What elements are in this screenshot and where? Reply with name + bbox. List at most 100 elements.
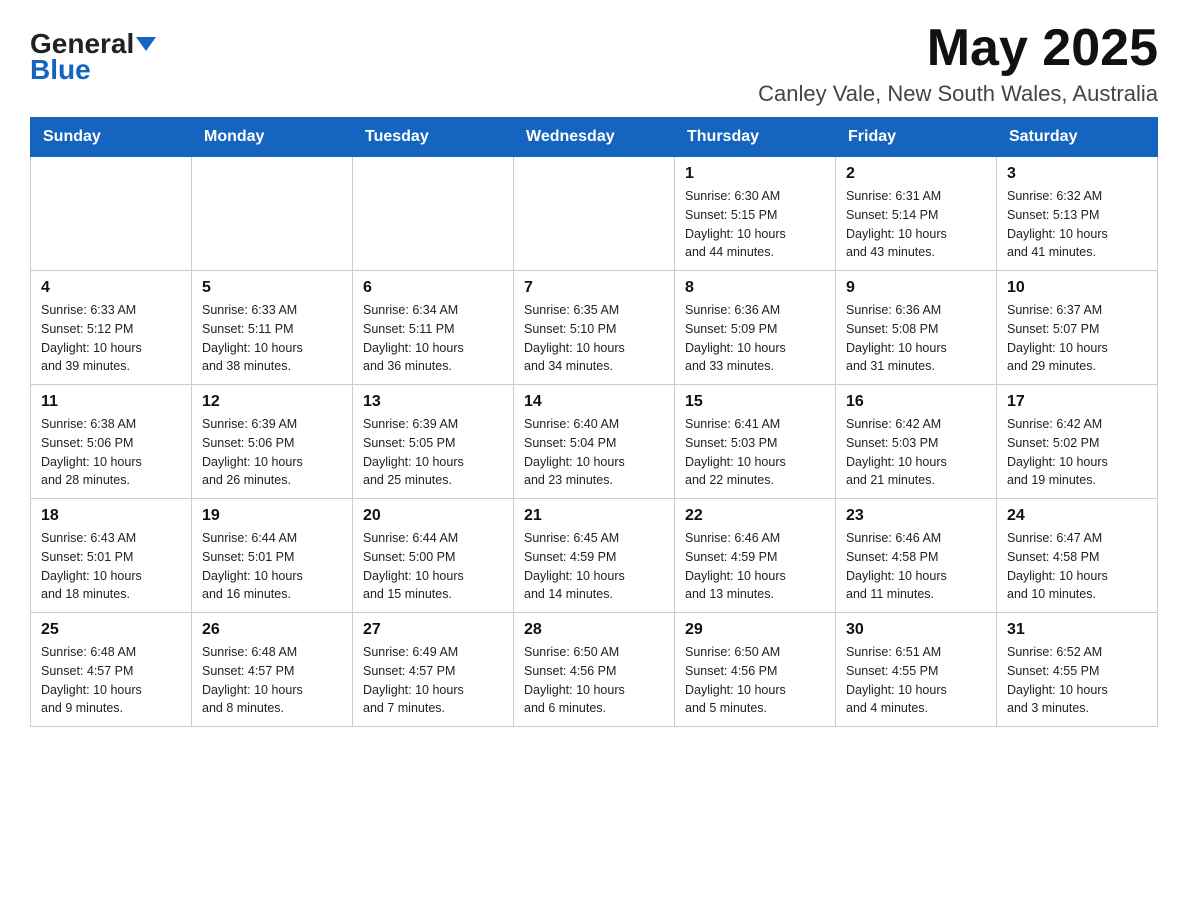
day-info: Sunrise: 6:46 AM Sunset: 4:59 PM Dayligh… xyxy=(685,529,825,604)
day-info: Sunrise: 6:35 AM Sunset: 5:10 PM Dayligh… xyxy=(524,301,664,376)
day-number: 7 xyxy=(524,279,664,297)
calendar-cell: 27Sunrise: 6:49 AM Sunset: 4:57 PM Dayli… xyxy=(353,613,514,727)
day-info: Sunrise: 6:48 AM Sunset: 4:57 PM Dayligh… xyxy=(41,643,181,718)
calendar-cell: 9 Sunrise: 6:36 AM Sunset: 5:08 PM Daylig… xyxy=(836,271,997,385)
day-info: Sunrise: 6:33 AM Sunset: 5:11 PM Dayligh… xyxy=(202,301,342,376)
day-info: Sunrise: 6:42 AM Sunset: 5:03 PM Dayligh… xyxy=(846,415,986,490)
calendar-cell: 30 Sunrise: 6:51 AM Sunset: 4:55 PM Dayli… xyxy=(836,613,997,727)
calendar-cell: 22 Sunrise: 6:46 AM Sunset: 4:59 PM Dayli… xyxy=(675,499,836,613)
day-number: 17 xyxy=(1007,393,1147,411)
day-number: 24 xyxy=(1007,507,1147,525)
day-number: 11 xyxy=(41,393,181,411)
logo-triangle-icon xyxy=(136,37,156,51)
calendar-week-row: 1 Sunrise: 6:30 AM Sunset: 5:15 PM Daylig… xyxy=(31,157,1158,271)
day-info: Sunrise: 6:41 AM Sunset: 5:03 PM Dayligh… xyxy=(685,415,825,490)
calendar-header-monday: Monday xyxy=(192,118,353,157)
calendar-week-row: 11 Sunrise: 6:38 AM Sunset: 5:06 PM Dayli… xyxy=(31,385,1158,499)
calendar-cell: 10 Sunrise: 6:37 AM Sunset: 5:07 PM Dayli… xyxy=(997,271,1158,385)
calendar-cell: 4 Sunrise: 6:33 AM Sunset: 5:12 PM Daylig… xyxy=(31,271,192,385)
calendar-header-thursday: Thursday xyxy=(675,118,836,157)
day-number: 26 xyxy=(202,621,342,639)
day-info: Sunrise: 6:37 AM Sunset: 5:07 PM Dayligh… xyxy=(1007,301,1147,376)
calendar-cell: 19 Sunrise: 6:44 AM Sunset: 5:01 PM Dayli… xyxy=(192,499,353,613)
logo: General Blue xyxy=(30,30,156,86)
calendar-cell xyxy=(31,157,192,271)
day-info: Sunrise: 6:44 AM Sunset: 5:01 PM Dayligh… xyxy=(202,529,342,604)
calendar-cell: 15 Sunrise: 6:41 AM Sunset: 5:03 PM Dayli… xyxy=(675,385,836,499)
day-number: 1 xyxy=(685,165,825,183)
calendar-cell: 2 Sunrise: 6:31 AM Sunset: 5:14 PM Daylig… xyxy=(836,157,997,271)
calendar-week-row: 25 Sunrise: 6:48 AM Sunset: 4:57 PM Dayli… xyxy=(31,613,1158,727)
day-info: Sunrise: 6:36 AM Sunset: 5:08 PM Dayligh… xyxy=(846,301,986,376)
calendar-cell: 8 Sunrise: 6:36 AM Sunset: 5:09 PM Daylig… xyxy=(675,271,836,385)
day-number: 5 xyxy=(202,279,342,297)
day-info: Sunrise: 6:40 AM Sunset: 5:04 PM Dayligh… xyxy=(524,415,664,490)
day-info: Sunrise: 6:52 AM Sunset: 4:55 PM Dayligh… xyxy=(1007,643,1147,718)
day-info: Sunrise: 6:47 AM Sunset: 4:58 PM Dayligh… xyxy=(1007,529,1147,604)
day-info: Sunrise: 6:39 AM Sunset: 5:05 PM Dayligh… xyxy=(363,415,503,490)
day-number: 25 xyxy=(41,621,181,639)
day-number: 8 xyxy=(685,279,825,297)
calendar-cell xyxy=(353,157,514,271)
day-info: Sunrise: 6:42 AM Sunset: 5:02 PM Dayligh… xyxy=(1007,415,1147,490)
day-number: 21 xyxy=(524,507,664,525)
day-info: Sunrise: 6:48 AM Sunset: 4:57 PM Dayligh… xyxy=(202,643,342,718)
calendar-week-row: 18Sunrise: 6:43 AM Sunset: 5:01 PM Dayli… xyxy=(31,499,1158,613)
day-number: 15 xyxy=(685,393,825,411)
page-header: General Blue May 2025 Canley Vale, New S… xyxy=(30,20,1158,107)
day-info: Sunrise: 6:49 AM Sunset: 4:57 PM Dayligh… xyxy=(363,643,503,718)
calendar-cell: 11 Sunrise: 6:38 AM Sunset: 5:06 PM Dayli… xyxy=(31,385,192,499)
day-number: 16 xyxy=(846,393,986,411)
day-number: 12 xyxy=(202,393,342,411)
day-number: 10 xyxy=(1007,279,1147,297)
calendar-cell: 12 Sunrise: 6:39 AM Sunset: 5:06 PM Dayli… xyxy=(192,385,353,499)
calendar-cell: 16 Sunrise: 6:42 AM Sunset: 5:03 PM Dayli… xyxy=(836,385,997,499)
calendar-cell: 17 Sunrise: 6:42 AM Sunset: 5:02 PM Dayli… xyxy=(997,385,1158,499)
calendar-week-row: 4 Sunrise: 6:33 AM Sunset: 5:12 PM Daylig… xyxy=(31,271,1158,385)
day-number: 29 xyxy=(685,621,825,639)
calendar-cell: 24 Sunrise: 6:47 AM Sunset: 4:58 PM Dayli… xyxy=(997,499,1158,613)
month-title: May 2025 xyxy=(758,20,1158,77)
day-info: Sunrise: 6:38 AM Sunset: 5:06 PM Dayligh… xyxy=(41,415,181,490)
calendar-cell xyxy=(192,157,353,271)
calendar-header-saturday: Saturday xyxy=(997,118,1158,157)
day-info: Sunrise: 6:33 AM Sunset: 5:12 PM Dayligh… xyxy=(41,301,181,376)
calendar-cell: 5 Sunrise: 6:33 AM Sunset: 5:11 PM Daylig… xyxy=(192,271,353,385)
calendar-cell: 31Sunrise: 6:52 AM Sunset: 4:55 PM Dayli… xyxy=(997,613,1158,727)
day-number: 30 xyxy=(846,621,986,639)
calendar-header-friday: Friday xyxy=(836,118,997,157)
day-info: Sunrise: 6:34 AM Sunset: 5:11 PM Dayligh… xyxy=(363,301,503,376)
day-number: 20 xyxy=(363,507,503,525)
calendar-cell: 13 Sunrise: 6:39 AM Sunset: 5:05 PM Dayli… xyxy=(353,385,514,499)
day-number: 4 xyxy=(41,279,181,297)
day-number: 22 xyxy=(685,507,825,525)
logo-blue: Blue xyxy=(30,54,91,86)
calendar-header-sunday: Sunday xyxy=(31,118,192,157)
day-number: 19 xyxy=(202,507,342,525)
day-info: Sunrise: 6:50 AM Sunset: 4:56 PM Dayligh… xyxy=(685,643,825,718)
day-info: Sunrise: 6:39 AM Sunset: 5:06 PM Dayligh… xyxy=(202,415,342,490)
calendar-header-tuesday: Tuesday xyxy=(353,118,514,157)
day-info: Sunrise: 6:50 AM Sunset: 4:56 PM Dayligh… xyxy=(524,643,664,718)
calendar-cell: 6 Sunrise: 6:34 AM Sunset: 5:11 PM Daylig… xyxy=(353,271,514,385)
day-info: Sunrise: 6:36 AM Sunset: 5:09 PM Dayligh… xyxy=(685,301,825,376)
day-number: 2 xyxy=(846,165,986,183)
calendar-cell: 14 Sunrise: 6:40 AM Sunset: 5:04 PM Dayli… xyxy=(514,385,675,499)
day-number: 9 xyxy=(846,279,986,297)
day-number: 13 xyxy=(363,393,503,411)
day-info: Sunrise: 6:51 AM Sunset: 4:55 PM Dayligh… xyxy=(846,643,986,718)
day-info: Sunrise: 6:31 AM Sunset: 5:14 PM Dayligh… xyxy=(846,187,986,262)
day-info: Sunrise: 6:30 AM Sunset: 5:15 PM Dayligh… xyxy=(685,187,825,262)
calendar-cell: 29 Sunrise: 6:50 AM Sunset: 4:56 PM Dayli… xyxy=(675,613,836,727)
calendar-header-wednesday: Wednesday xyxy=(514,118,675,157)
title-area: May 2025 Canley Vale, New South Wales, A… xyxy=(758,20,1158,107)
calendar-cell: 7 Sunrise: 6:35 AM Sunset: 5:10 PM Daylig… xyxy=(514,271,675,385)
day-number: 6 xyxy=(363,279,503,297)
day-number: 3 xyxy=(1007,165,1147,183)
day-info: Sunrise: 6:46 AM Sunset: 4:58 PM Dayligh… xyxy=(846,529,986,604)
calendar-cell: 28 Sunrise: 6:50 AM Sunset: 4:56 PM Dayli… xyxy=(514,613,675,727)
calendar-cell: 25 Sunrise: 6:48 AM Sunset: 4:57 PM Dayli… xyxy=(31,613,192,727)
day-number: 28 xyxy=(524,621,664,639)
day-info: Sunrise: 6:32 AM Sunset: 5:13 PM Dayligh… xyxy=(1007,187,1147,262)
day-number: 14 xyxy=(524,393,664,411)
